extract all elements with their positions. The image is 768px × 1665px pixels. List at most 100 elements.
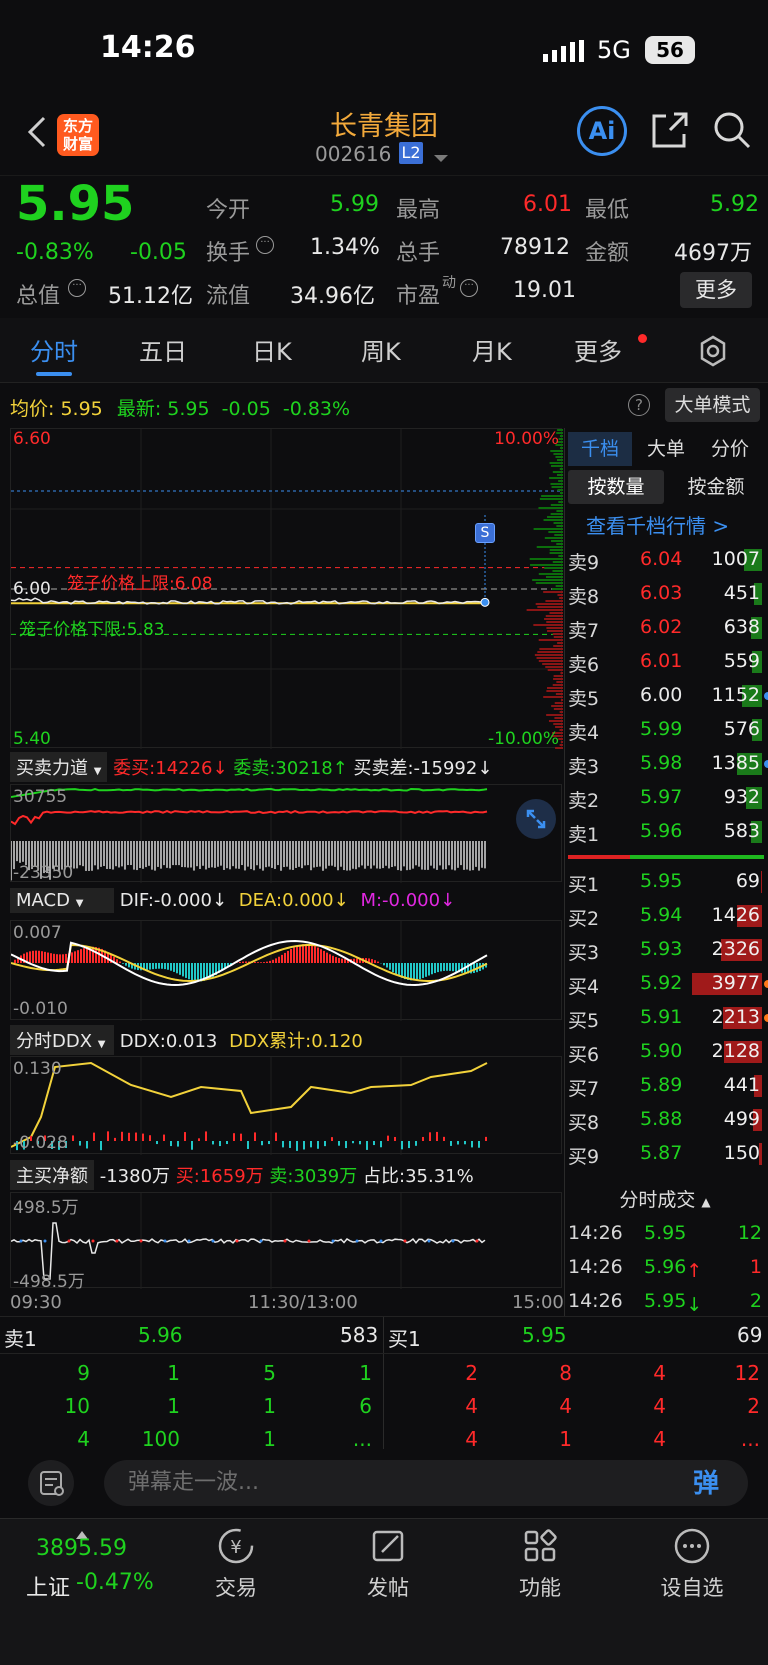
nav-post[interactable]: 发帖	[328, 1526, 448, 1606]
nav-functions[interactable]: 功能	[480, 1526, 600, 1606]
index-name: 上证	[26, 1576, 71, 1601]
depth-bar	[558, 438, 563, 440]
level-qty: 2128	[711, 1040, 760, 1062]
danmaku-send-button[interactable]: 弹	[684, 1464, 728, 1504]
depth-bar	[558, 480, 563, 482]
queue-buy-label: 买1	[388, 1327, 421, 1351]
ask-level[interactable]: 卖8 6.03 451	[566, 578, 766, 610]
intraday-chart[interactable]: 6.60 6.00 5.40 10.00% -10.00% 笼子价格上限:6.0…	[10, 428, 563, 749]
nav-trade-label: 交易	[215, 1576, 257, 1600]
chevron-down-icon[interactable]	[434, 148, 448, 162]
nav-add-watchlist-label: 设自选	[660, 1576, 724, 1600]
ask-level[interactable]: 卖2 5.97 932	[566, 782, 766, 814]
level-qty: 499	[723, 1108, 760, 1130]
trade-price: 5.96 ↑	[644, 1256, 703, 1282]
s-marker[interactable]: S	[475, 523, 495, 543]
danmaku-input[interactable]: 弹幕走一波...	[104, 1460, 748, 1506]
x-axis-start: 09:30	[10, 1292, 62, 1313]
danmaku-settings-icon[interactable]	[28, 1460, 74, 1506]
depth-bar	[559, 435, 563, 437]
ask-level[interactable]: 卖3 5.98 1385	[566, 748, 768, 780]
netbuy-point	[91, 1239, 95, 1243]
big-order-mode-button[interactable]: 大单模式	[665, 388, 760, 422]
more-button[interactable]: 更多	[680, 272, 752, 308]
depth-bar	[558, 738, 563, 740]
bid-level[interactable]: 买5 5.91 2213	[566, 1002, 768, 1034]
macd-selector[interactable]: MACD ▼	[10, 888, 114, 913]
depth-bar	[554, 702, 563, 704]
change-value: -0.05	[130, 240, 187, 265]
depth-bar	[560, 741, 563, 743]
tab-intraday[interactable]: 分时	[30, 332, 78, 367]
sell-queue-cell: 10	[64, 1394, 90, 1418]
level-qty: 441	[723, 1074, 760, 1096]
volume-value: 78912	[500, 235, 570, 260]
ai-button[interactable]: Ai	[577, 106, 627, 156]
sell-queue-cell: 1	[167, 1394, 180, 1418]
nav-add-watchlist[interactable]: 设自选	[632, 1526, 752, 1606]
subtab-by-amount[interactable]: 按金额	[668, 470, 764, 504]
edit-icon	[372, 1530, 404, 1562]
help-icon[interactable]: ?	[628, 394, 650, 416]
trades-header[interactable]: 分时成交 ▲	[566, 1184, 764, 1216]
ask-level[interactable]: 卖4 5.99 576	[566, 714, 766, 746]
ask-level[interactable]: 卖6 6.01 559	[566, 646, 766, 678]
bid-level[interactable]: 买8 5.88 499	[566, 1104, 766, 1136]
search-icon[interactable]	[712, 110, 752, 150]
view-depth-link[interactable]: 查看千档行情 >	[586, 510, 729, 539]
tab-price-dist[interactable]: 分价	[698, 432, 762, 466]
netbuy-point	[163, 1239, 167, 1243]
depth-bar	[532, 579, 563, 581]
tab-more[interactable]: 更多	[574, 332, 622, 367]
tab-thousand-levels[interactable]: 千档	[568, 432, 632, 466]
netbuy-point	[331, 1239, 335, 1243]
netbuy-ratio: 占比:35.31%	[363, 1166, 474, 1187]
bs-power-chart[interactable]: 30755 -23350	[10, 784, 562, 883]
info-icon[interactable]: ···	[256, 236, 274, 254]
bid-level[interactable]: 买7 5.89 441	[566, 1070, 766, 1102]
subtab-by-quantity[interactable]: 按数量	[568, 470, 664, 504]
grid-apps-icon	[524, 1529, 557, 1562]
settings-gear-icon[interactable]	[697, 335, 729, 367]
level-qty: 932	[723, 786, 760, 808]
index-ticker[interactable]: 3895.59 上证 -0.47%	[20, 1522, 170, 1612]
bs-power-selector[interactable]: 买卖力道 ▼	[10, 752, 108, 782]
ddx-chart[interactable]: 0.130 -0.028	[10, 1056, 562, 1155]
tab-big-orders[interactable]: 大单	[634, 432, 698, 466]
depth-bar	[546, 714, 563, 716]
ask-level[interactable]: 卖1 5.96 583	[566, 816, 766, 848]
depth-bar	[559, 492, 563, 494]
info-icon[interactable]: ···	[68, 279, 86, 297]
netbuy-selector[interactable]: 主买净额	[10, 1160, 94, 1190]
bid-level[interactable]: 买4 5.92 3977	[566, 968, 768, 1000]
share-icon[interactable]	[650, 110, 690, 150]
notification-dot	[638, 334, 647, 343]
bid-level[interactable]: 买6 5.90 2128	[566, 1036, 766, 1068]
depth-bar	[542, 663, 563, 665]
level-price: 5.91	[640, 1006, 683, 1028]
bid-level[interactable]: 买1 5.95 69	[566, 866, 766, 898]
ask-level[interactable]: 卖7 6.02 638	[566, 612, 766, 644]
ask-level[interactable]: 卖5 6.00 1152	[566, 680, 768, 712]
tab-weekly-k[interactable]: 周K	[361, 332, 401, 367]
ask-level[interactable]: 卖9 6.04 1007	[566, 544, 766, 576]
danmaku-placeholder: 弹幕走一波...	[128, 1470, 259, 1495]
ddx-selector[interactable]: 分时DDX ▼	[10, 1025, 114, 1055]
tab-daily-k[interactable]: 日K	[252, 332, 292, 367]
netbuy-point	[139, 1239, 143, 1243]
bid-level[interactable]: 买9 5.87 150	[566, 1138, 766, 1170]
info-icon[interactable]: ···	[460, 279, 478, 297]
pct-axis-top: 10.00%	[494, 429, 559, 449]
expand-icon[interactable]	[516, 799, 556, 839]
bid-level[interactable]: 买3 5.93 2326	[566, 934, 766, 966]
netbuy-chart[interactable]: 498.5万 -498.5万	[10, 1192, 562, 1292]
nav-trade[interactable]: ¥ 交易	[176, 1526, 296, 1606]
price-info-line: 均价: 5.95 最新: 5.95 -0.05 -0.83%	[10, 394, 350, 421]
tab-monthly-k[interactable]: 月K	[472, 332, 512, 367]
level-price: 5.94	[640, 904, 683, 926]
tab-5day[interactable]: 五日	[139, 332, 187, 367]
macd-m: M:-0.000	[360, 890, 441, 911]
macd-chart[interactable]: 0.007 -0.010	[10, 920, 562, 1021]
depth-bar	[557, 489, 563, 491]
bid-level[interactable]: 买2 5.94 1426	[566, 900, 766, 932]
